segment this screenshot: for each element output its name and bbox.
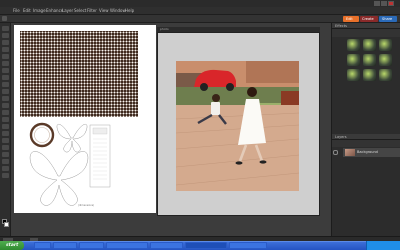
large-butterfly-shape	[29, 151, 89, 206]
tool-preset-icon[interactable]	[2, 16, 7, 21]
layers-toolbar[interactable]	[332, 140, 400, 147]
brush-tool-icon[interactable]	[2, 131, 9, 136]
mode-edit-button[interactable]: Edit	[343, 16, 359, 22]
minimize-button[interactable]	[374, 1, 380, 6]
healing-brush-tool-icon[interactable]	[2, 110, 9, 115]
hand-tool-icon[interactable]	[2, 40, 9, 45]
paint-bucket-tool-icon[interactable]	[2, 138, 9, 143]
taskbar-button-7[interactable]	[229, 242, 267, 249]
mode-create-button[interactable]: Create	[360, 16, 378, 22]
document-tab-title: photo	[160, 27, 169, 31]
menu-select[interactable]: Select	[74, 8, 86, 13]
eye-icon[interactable]	[333, 150, 338, 155]
layer-thumbnail	[345, 149, 355, 156]
maximize-button[interactable]	[381, 1, 387, 6]
effect-thumb-7[interactable]	[347, 69, 360, 81]
cookie-cutter-tool-icon[interactable]	[2, 89, 9, 94]
taskbar-button-4[interactable]	[106, 242, 148, 249]
taskbar-button-5[interactable]	[150, 242, 183, 249]
journal-card-shape	[89, 124, 111, 188]
effect-thumb-4[interactable]	[347, 54, 360, 66]
mode-share-label: Share	[382, 16, 393, 21]
canvas-photo[interactable]	[176, 61, 299, 191]
menu-filter[interactable]: Filter	[87, 8, 97, 13]
shape-tool-icon[interactable]	[2, 152, 9, 157]
magic-wand-tool-icon[interactable]	[2, 68, 9, 73]
menu-layer[interactable]: Layer	[62, 8, 73, 13]
options-bar: Edit Create Share	[0, 15, 400, 23]
gradient-tool-icon[interactable]	[2, 145, 9, 150]
taskbar-button-2[interactable]	[53, 242, 77, 249]
move-tool-icon[interactable]	[2, 26, 9, 31]
layers-panel-title: Layers	[335, 134, 347, 139]
menu-edit[interactable]: Edit	[23, 8, 31, 13]
effect-thumb-3[interactable]	[379, 39, 392, 51]
taskbar-button-1[interactable]	[34, 242, 51, 249]
effect-thumb-9[interactable]	[379, 69, 392, 81]
zoom-tool-icon[interactable]	[2, 33, 9, 38]
effect-thumb-5[interactable]	[363, 54, 376, 66]
mode-share-button[interactable]: Share	[379, 16, 397, 22]
close-button[interactable]	[388, 1, 394, 6]
eyedropper-tool-icon[interactable]	[2, 47, 9, 52]
menu-bar: File Edit Image Enhance Layer Select Fil…	[0, 7, 400, 15]
taskbar-button-3[interactable]	[79, 242, 104, 249]
menu-image[interactable]: Image	[33, 8, 46, 13]
sponge-tool-icon[interactable]	[2, 166, 9, 171]
crop-tool-icon[interactable]	[2, 82, 9, 87]
effect-thumb-8[interactable]	[363, 69, 376, 81]
clone-stamp-tool-icon[interactable]	[2, 117, 9, 122]
system-tray	[366, 241, 400, 250]
taskbar-button-6-active[interactable]	[185, 242, 227, 249]
effect-thumb-2[interactable]	[363, 39, 376, 51]
effects-panel-title: Effects	[335, 23, 347, 28]
toolbox	[0, 23, 11, 236]
type-tool-icon[interactable]	[2, 75, 9, 80]
menu-window[interactable]: Window	[110, 8, 126, 13]
layer-name: Background	[357, 150, 378, 154]
mode-edit-label: Edit	[346, 16, 353, 21]
menu-help[interactable]: Help	[125, 8, 134, 13]
blur-tool-icon[interactable]	[2, 159, 9, 164]
right-panel: Effects Layers	[331, 23, 400, 236]
small-butterfly-shape	[56, 124, 88, 153]
pencil-tool-icon[interactable]	[2, 173, 9, 178]
menu-view[interactable]: View	[99, 8, 109, 13]
menu-enhance[interactable]: Enhance	[46, 8, 63, 13]
photo-children-playing	[176, 61, 299, 191]
effect-thumb-1[interactable]	[347, 39, 360, 51]
circle-tag-inner	[34, 127, 50, 143]
red-eye-tool-icon[interactable]	[2, 103, 9, 108]
background-color-swatch[interactable]	[4, 222, 9, 227]
effect-thumb-6[interactable]	[379, 54, 392, 66]
template-shapes	[29, 122, 111, 206]
menu-file[interactable]: File	[13, 8, 20, 13]
marquee-tool-icon[interactable]	[2, 54, 9, 59]
straighten-tool-icon[interactable]	[2, 96, 9, 101]
effects-tabs[interactable]	[332, 29, 400, 37]
lasso-tool-icon[interactable]	[2, 61, 9, 66]
title-bar	[0, 0, 400, 7]
start-button[interactable]: start	[0, 241, 24, 250]
mode-create-label: Create	[362, 16, 374, 21]
eraser-tool-icon[interactable]	[2, 124, 9, 129]
template-caption: (dimensions)	[78, 204, 95, 207]
journal-card-header	[92, 127, 108, 135]
start-label: start	[6, 242, 19, 248]
